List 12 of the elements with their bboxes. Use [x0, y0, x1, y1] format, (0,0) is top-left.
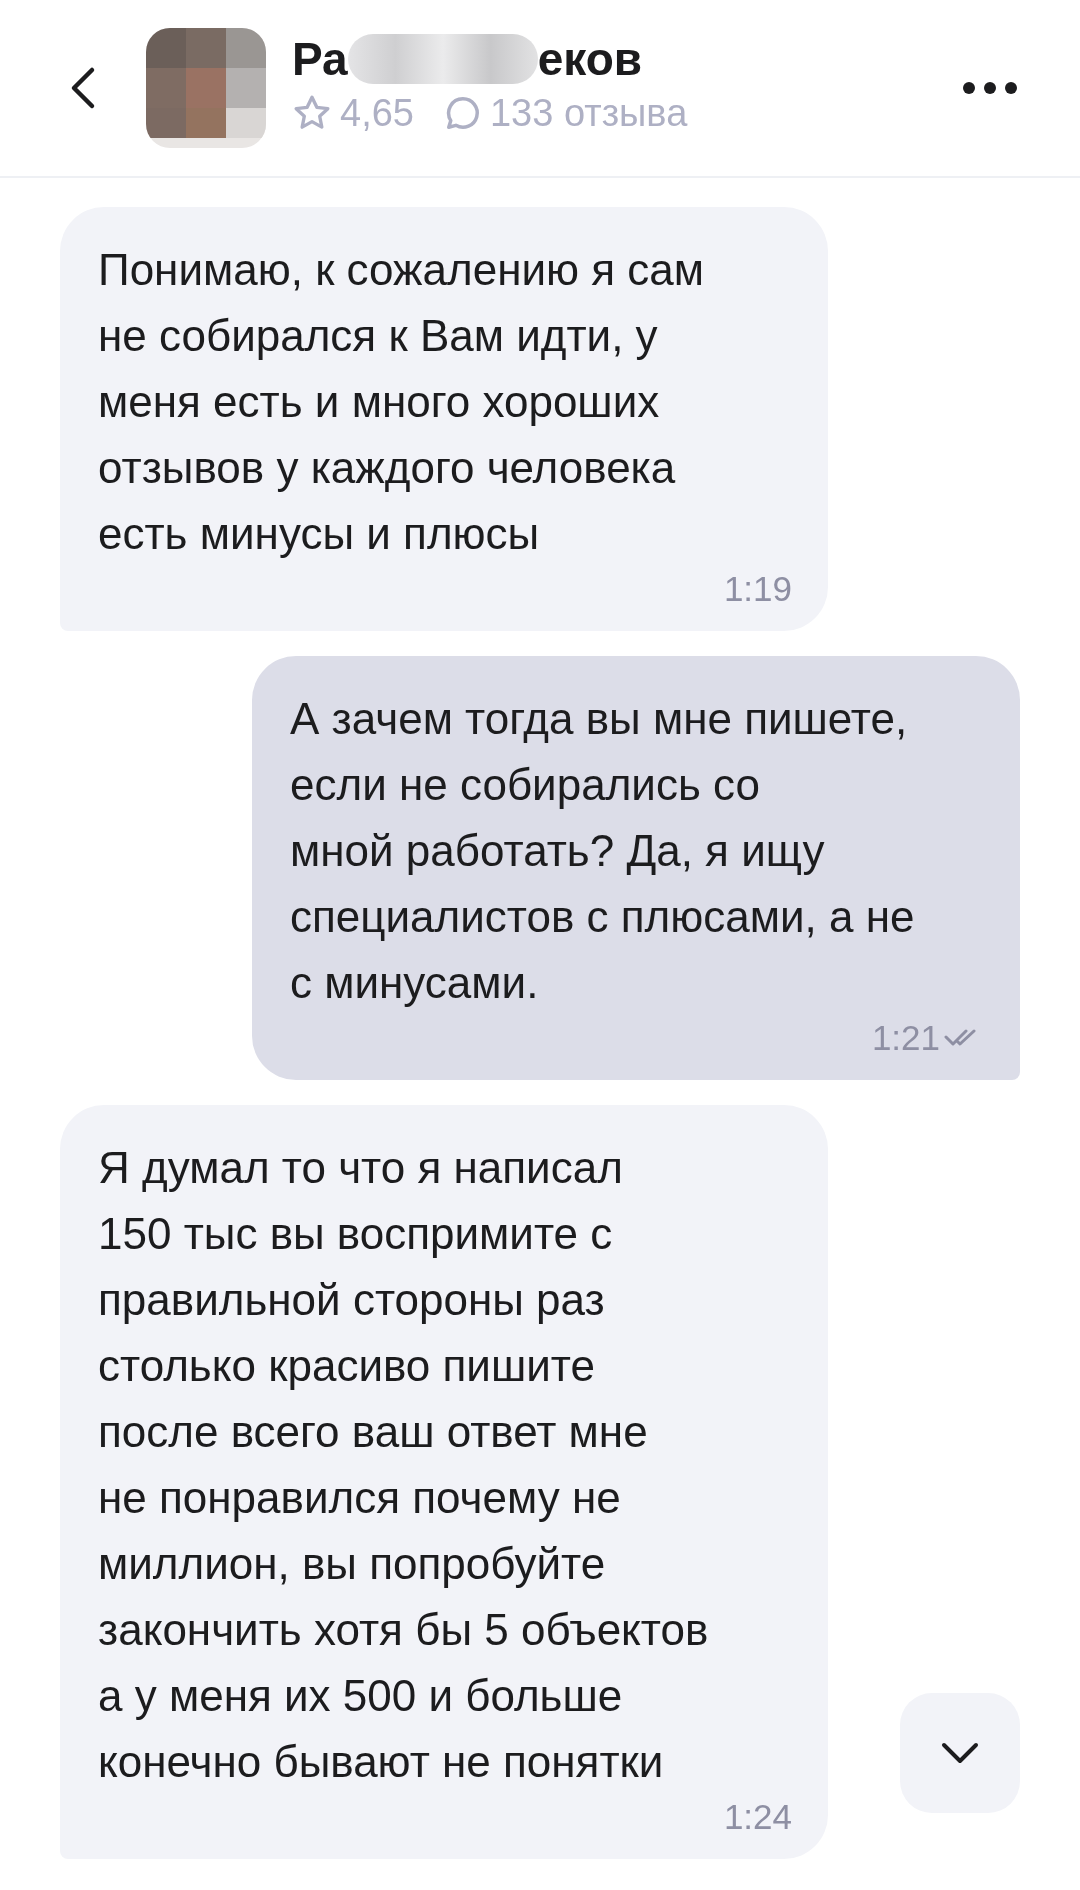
chevron-down-icon — [940, 1741, 980, 1765]
contact-name: Ра — [292, 31, 348, 86]
message-time: 1:19 — [723, 569, 792, 609]
rating: 4,65 — [340, 91, 414, 135]
review-count[interactable]: 133 отзыва — [489, 91, 688, 135]
contact-name: еков — [537, 31, 643, 86]
more-icon[interactable] — [962, 81, 1018, 95]
message-time: 1:24 — [723, 1797, 792, 1837]
message-text: А зачем тогда вы мне пишете, если не собирались со мной работать? Да, я ищу специалистов с плюсами, а не с минусами. — [290, 693, 916, 1009]
message-text: Понимаю, к сожалению я сам не собирался к Вам идти, у меня есть и много хороших отзывов у каждого человека есть минусы и плюсы — [98, 244, 705, 560]
message-text: Я думал то что я написал 150 тыс вы воспримите с правильной стороны раз столько красиво пишите после всего ваш ответ мне не понравился почему не миллион, вы попробуйте закончить хотя бы 5 объектов а у меня их 500 и больше конечно бывают не понятки — [98, 1142, 710, 1788]
message-time: 1:21 — [871, 1018, 940, 1058]
